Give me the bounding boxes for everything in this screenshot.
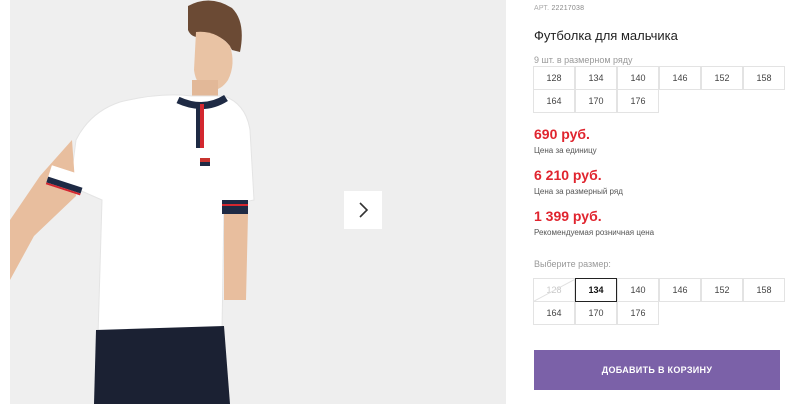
size-row-cell: 128 bbox=[533, 66, 575, 90]
size-option-176[interactable]: 176 bbox=[617, 301, 659, 325]
unit-price-label: Цена за единицу bbox=[534, 146, 597, 155]
article-value: 22217038 bbox=[551, 5, 585, 12]
product-info-panel: АРТ. 22217038 Футболка для мальчика 9 шт… bbox=[533, 0, 786, 404]
product-page: АРТ. 22217038 Футболка для мальчика 9 шт… bbox=[0, 0, 800, 404]
size-row-cell: 140 bbox=[617, 66, 659, 90]
size-option-146[interactable]: 146 bbox=[659, 278, 701, 302]
size-row-cell: 170 bbox=[575, 89, 617, 113]
size-row-cell: 158 bbox=[743, 66, 785, 90]
chevron-right-icon bbox=[359, 202, 369, 218]
article-number: АРТ. 22217038 bbox=[534, 5, 584, 12]
size-option-128: 128 bbox=[533, 278, 575, 302]
size-row-cell: 176 bbox=[617, 89, 659, 113]
size-select-grid: 128 134 140 146 152 158 164 170 176 bbox=[533, 278, 786, 325]
size-row-price: 6 210 руб. bbox=[534, 167, 602, 183]
product-title: Футболка для мальчика bbox=[534, 28, 678, 43]
product-gallery bbox=[0, 0, 506, 404]
size-option-152[interactable]: 152 bbox=[701, 278, 743, 302]
add-to-cart-button[interactable]: ДОБАВИТЬ В КОРЗИНУ bbox=[534, 350, 780, 390]
size-row-cell: 164 bbox=[533, 89, 575, 113]
article-label: АРТ. bbox=[534, 5, 550, 12]
size-row-note: 9 шт. в размерном ряду bbox=[534, 55, 633, 65]
size-option-158[interactable]: 158 bbox=[743, 278, 785, 302]
size-option-140[interactable]: 140 bbox=[617, 278, 659, 302]
size-select-label: Выберите размер: bbox=[534, 259, 611, 269]
gallery-next-button[interactable] bbox=[344, 191, 382, 229]
retail-price: 1 399 руб. bbox=[534, 208, 602, 224]
size-row-cell: 134 bbox=[575, 66, 617, 90]
size-row-cell: 146 bbox=[659, 66, 701, 90]
size-row-price-label: Цена за размерный ряд bbox=[534, 187, 623, 196]
boy-in-t-shirt-image bbox=[10, 0, 320, 404]
size-row-cell: 152 bbox=[701, 66, 743, 90]
product-photo[interactable] bbox=[10, 0, 320, 404]
size-option-170[interactable]: 170 bbox=[575, 301, 617, 325]
size-row-grid: 128 134 140 146 152 158 164 170 176 bbox=[533, 66, 786, 113]
retail-price-label: Рекомендуемая розничная цена bbox=[534, 228, 655, 237]
size-option-134[interactable]: 134 bbox=[575, 278, 617, 302]
size-option-164[interactable]: 164 bbox=[533, 301, 575, 325]
unit-price: 690 руб. bbox=[534, 126, 590, 142]
